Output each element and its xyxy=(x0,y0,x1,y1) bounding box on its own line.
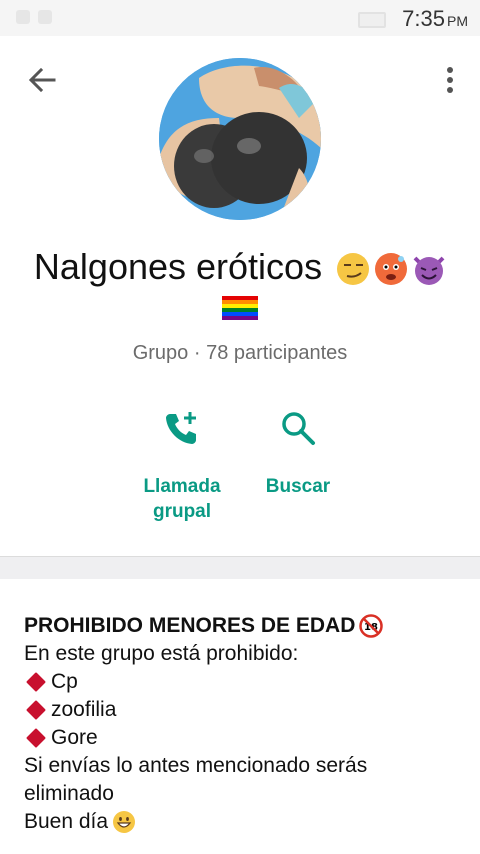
group-name: Nalgones eróticos xyxy=(0,246,480,288)
status-time: 7:35 PM xyxy=(402,6,468,32)
notification-icon xyxy=(38,10,52,24)
rule-item: Cp xyxy=(24,668,464,696)
section-divider xyxy=(0,556,480,579)
description-title: PROHIBIDO MENORES DE EDAD xyxy=(24,614,356,637)
rule-item-text: Gore xyxy=(51,726,98,749)
notification-icon xyxy=(16,10,30,24)
devil-emoji-icon xyxy=(413,257,445,286)
diamond-icon xyxy=(26,672,46,692)
diamond-icon xyxy=(26,700,46,720)
arrow-left-icon xyxy=(28,68,56,92)
group-call-label-1: Llamada xyxy=(143,476,221,497)
group-avatar[interactable] xyxy=(159,58,321,220)
description-warning-2: eliminado xyxy=(24,782,114,805)
rule-item: zoofilia xyxy=(24,696,464,724)
group-info-header: Nalgones eróticos Grupo · 78 participant… xyxy=(0,36,480,556)
group-call-label-2: grupal xyxy=(152,501,212,522)
search-icon xyxy=(282,412,315,445)
diamond-icon xyxy=(26,728,46,748)
ampm-text: PM xyxy=(447,13,468,29)
battery-icon xyxy=(358,12,386,28)
hot-face-emoji-icon xyxy=(375,253,408,286)
group-name-text: Nalgones eróticos xyxy=(33,246,323,287)
description-warning-1: Si envías lo antes mencionado serás xyxy=(24,754,368,777)
smirk-emoji-icon xyxy=(337,253,370,286)
more-options-button[interactable] xyxy=(438,60,462,100)
group-subtitle: Grupo · 78 participantes xyxy=(132,342,348,364)
rule-item: Gore xyxy=(24,724,464,752)
avatar-image xyxy=(159,58,321,220)
no-under-18-icon: 18 xyxy=(359,614,384,638)
time-text: 7:35 xyxy=(402,6,445,31)
search-label: Buscar xyxy=(265,476,331,497)
rainbow-flag-icon xyxy=(222,296,258,320)
group-call-button[interactable]: Llamada grupal xyxy=(122,406,242,524)
phone-add-icon xyxy=(166,412,196,444)
description-closing: Buen día xyxy=(24,810,109,833)
back-button[interactable] xyxy=(22,62,62,98)
search-button[interactable]: Buscar xyxy=(238,406,358,499)
status-icons xyxy=(16,10,52,24)
grinning-emoji-icon xyxy=(113,811,136,833)
rule-item-text: Cp xyxy=(51,670,78,693)
description-intro: En este grupo está prohibido: xyxy=(24,642,299,665)
more-vert-icon xyxy=(447,67,453,93)
rule-item-text: zoofilia xyxy=(51,698,117,721)
group-description: PROHIBIDO MENORES DE EDAD 18 En este gru… xyxy=(24,612,464,836)
status-bar: 7:35 PM xyxy=(0,0,480,36)
